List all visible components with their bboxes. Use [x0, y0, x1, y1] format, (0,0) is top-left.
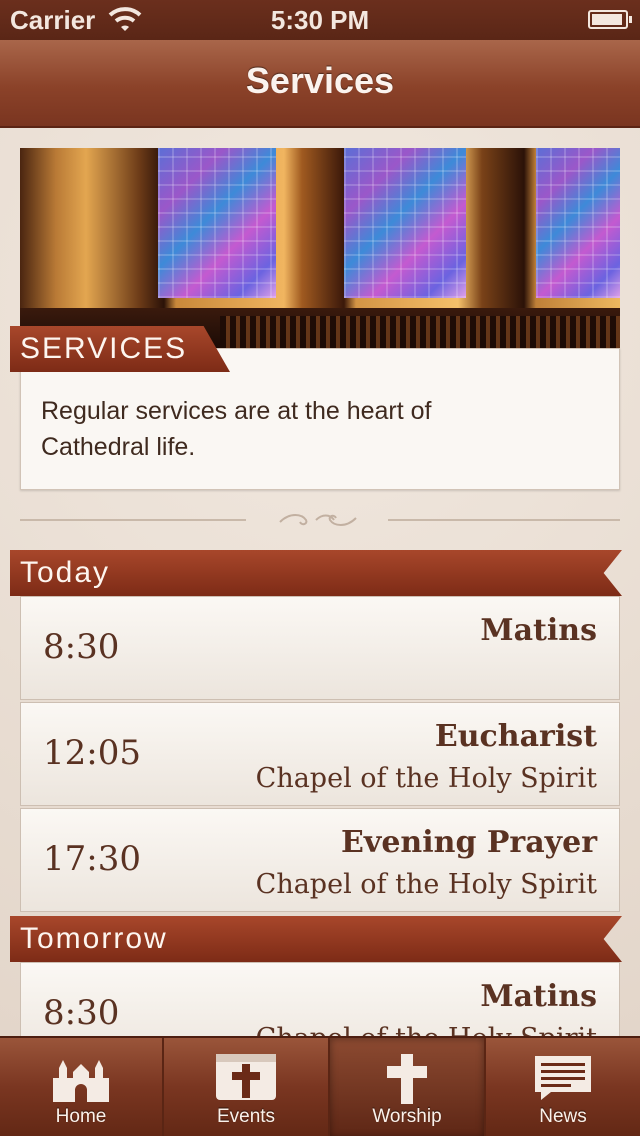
stained-glass-window — [536, 148, 620, 298]
tab-home[interactable]: Home — [0, 1038, 164, 1136]
tab-events[interactable]: Events — [164, 1038, 330, 1136]
service-time: 8:30 — [43, 993, 120, 1033]
service-row[interactable]: 12:05 Eucharist Chapel of the Holy Spiri… — [20, 702, 620, 806]
ornamental-divider — [20, 508, 620, 532]
divider-line — [388, 519, 620, 521]
service-location: Chapel of the Holy Spirit — [256, 1023, 597, 1036]
service-name: Eucharist — [434, 719, 597, 754]
cathedral-icon — [53, 1060, 109, 1102]
page-title: Services — [245, 60, 395, 101]
tab-news-label: News — [539, 1106, 587, 1127]
navigation-bar: Services — [0, 40, 640, 128]
stained-glass-window — [158, 148, 276, 298]
service-row[interactable]: 8:30 Matins — [20, 596, 620, 700]
service-name: Evening Prayer — [341, 825, 597, 860]
tab-events-label: Events — [216, 1106, 276, 1127]
services-scroll-view[interactable]: Regular services are at the heart of Cat… — [0, 128, 640, 1036]
flourish-ornament-icon — [279, 514, 357, 526]
newspaper-icon — [535, 1056, 591, 1100]
battery-icon — [588, 10, 632, 29]
services-heading-ribbon: SERVICES — [10, 326, 230, 372]
status-time: 5:30 PM — [270, 5, 370, 35]
tab-bar: Home Events Worship News — [0, 1036, 640, 1136]
section-header-today: Today — [10, 550, 622, 596]
cathedral-hero-image — [20, 148, 620, 348]
service-name: Matins — [480, 979, 597, 1014]
service-location: Chapel of the Holy Spirit — [255, 763, 597, 794]
status-bar: Carrier 5:30 PM — [0, 0, 640, 40]
tab-home-label: Home — [55, 1106, 107, 1127]
service-name: Matins — [480, 613, 597, 648]
service-time: 12:05 — [43, 733, 141, 773]
calendar-cross-icon — [216, 1054, 276, 1100]
tab-news[interactable]: News — [486, 1038, 640, 1136]
cross-icon — [387, 1054, 427, 1104]
service-time: 17:30 — [43, 839, 141, 879]
section-header-tomorrow: Tomorrow — [10, 916, 622, 962]
service-time: 8:30 — [43, 627, 120, 667]
service-location: Chapel of the Holy Spirit — [255, 869, 597, 900]
tab-worship-label: Worship — [372, 1106, 442, 1127]
service-row[interactable]: 8:30 Matins Chapel of the Holy Spirit — [20, 962, 620, 1036]
tab-worship[interactable]: Worship — [330, 1038, 486, 1136]
stained-glass-window — [344, 148, 466, 298]
services-description: Regular services are at the heart of Cat… — [41, 397, 432, 461]
service-row[interactable]: 17:30 Evening Prayer Chapel of the Holy … — [20, 808, 620, 912]
divider-line — [20, 519, 246, 521]
